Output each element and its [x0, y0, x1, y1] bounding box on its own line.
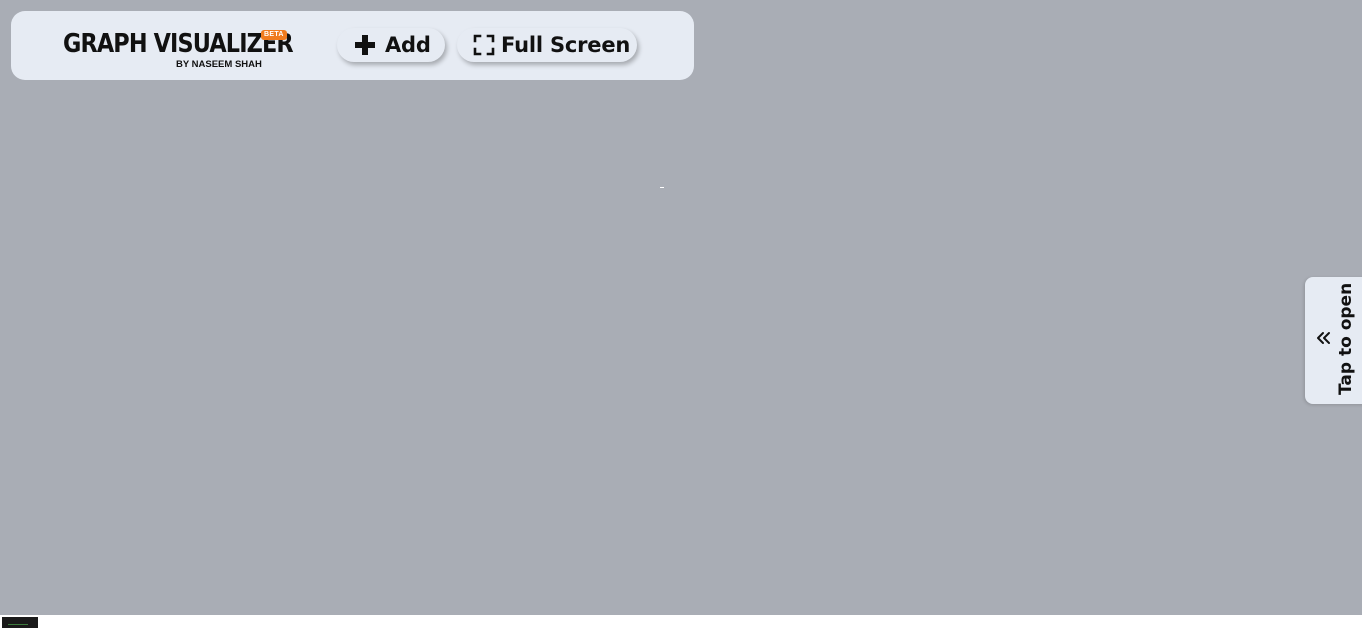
expand-icon — [473, 34, 495, 56]
side-panel-toggle[interactable]: Tap to open — [1305, 277, 1362, 404]
graph-node[interactable] — [660, 187, 664, 188]
fullscreen-button-label: Full Screen — [501, 33, 631, 57]
brand-subtitle: BY NASEEM SHAH — [176, 59, 262, 70]
side-panel-label: Tap to open — [1336, 282, 1356, 395]
brand-title: GRAPH VISUALIZER — [63, 29, 294, 59]
brand-logo: GRAPH VISUALIZER BY NASEEM SHAH BETA — [63, 28, 294, 72]
graph-canvas[interactable] — [0, 0, 1362, 615]
add-button[interactable]: Add — [337, 28, 445, 62]
add-button-label: Add — [385, 33, 431, 57]
plus-icon — [354, 34, 376, 56]
double-chevron-left-icon — [1315, 329, 1331, 347]
beta-badge: BETA — [261, 30, 287, 40]
thumbnail-preview — [2, 617, 38, 628]
top-toolbar: GRAPH VISUALIZER BY NASEEM SHAH BETA Add… — [11, 11, 694, 80]
fullscreen-button[interactable]: Full Screen — [457, 28, 637, 62]
